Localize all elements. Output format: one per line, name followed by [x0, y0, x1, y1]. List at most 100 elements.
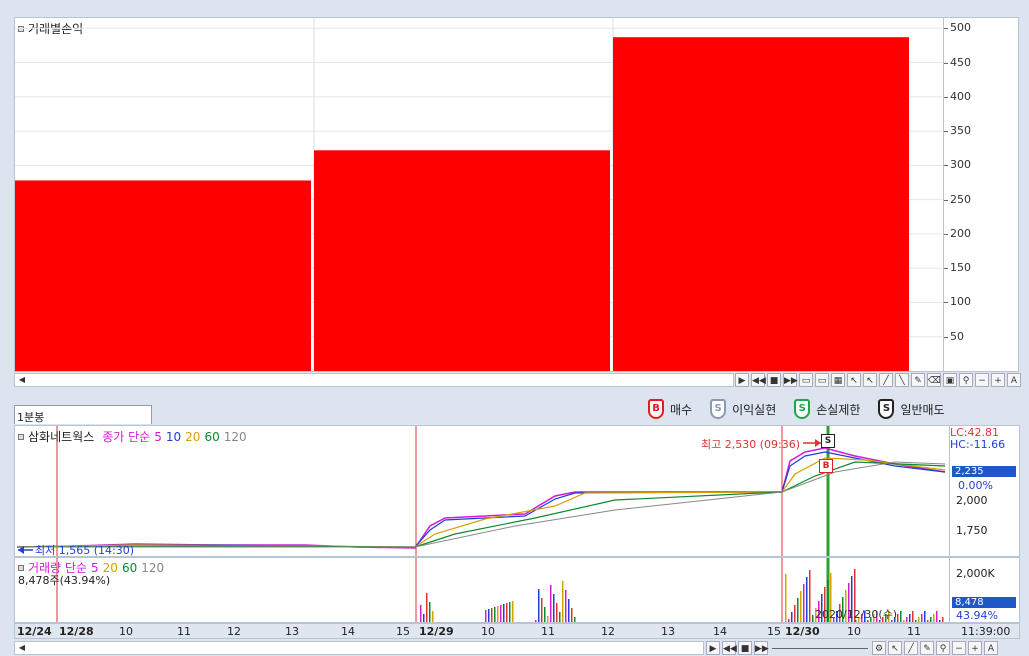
scroll-left-icon[interactable]: ◀ — [15, 374, 29, 386]
y-tick-label: 400 — [950, 89, 971, 103]
low-label: 최저 1,565 (14:30) — [35, 544, 135, 557]
rewind-icon[interactable]: ◀◀ — [722, 641, 737, 655]
legend-profit: S 이익실현 — [710, 399, 776, 419]
x-tick-label: 10 — [847, 625, 861, 638]
zoom-icon[interactable]: ⚲ — [959, 373, 973, 387]
square-icon — [18, 433, 24, 440]
volume-bar — [806, 577, 808, 622]
y-tick-mark — [944, 28, 948, 30]
next-icon[interactable]: ▶ — [735, 373, 749, 387]
trade-legend: B 매수 S 이익실현 S 손실제한 S 일반매도 — [648, 394, 1020, 424]
bottom-scrollbar[interactable]: ◀ — [14, 641, 704, 655]
minus-icon[interactable]: − — [975, 373, 989, 387]
x-tick-label: 14 — [713, 625, 727, 638]
y-tick-label: 100 — [950, 295, 971, 309]
profit-badge-icon: S — [710, 399, 727, 419]
scroll-left-icon[interactable]: ◀ — [15, 642, 29, 654]
volume-bar — [426, 593, 428, 622]
cursor-icon[interactable]: ↖ — [847, 373, 861, 387]
minus-icon[interactable]: − — [952, 641, 966, 655]
zoom-icon[interactable]: ⚲ — [936, 641, 950, 655]
y-tick-mark — [944, 268, 948, 270]
volume-bar — [541, 598, 543, 622]
x-tick-label: 13 — [661, 625, 675, 638]
fast-forward-icon[interactable]: ▶▶ — [783, 373, 798, 387]
y-tick-label: 450 — [950, 55, 971, 69]
x-tick-label: 11 — [177, 625, 191, 638]
y-tick-label: 350 — [950, 124, 971, 138]
volume-bar — [550, 585, 552, 622]
price-chart-panel: 삼화네트웍스 종가 단순 5 10 20 60 120 최고 2,530 (09… — [14, 425, 950, 557]
plus-icon[interactable]: + — [991, 373, 1005, 387]
trend-icon[interactable]: ╱ — [879, 373, 893, 387]
y-tick-label: 300 — [950, 158, 971, 172]
y-tick-label: 200 — [950, 226, 971, 240]
y-tick-mark — [944, 336, 948, 338]
window-icon[interactable]: ▭ — [799, 373, 813, 387]
volume-bar — [559, 612, 561, 622]
x-tick-label: 14 — [341, 625, 355, 638]
x-tick-label: 15 — [767, 625, 781, 638]
volume-y-axis: 2,000K 8,478 43.94% — [950, 557, 1020, 623]
tab-1-minute[interactable]: 1분봉 — [14, 405, 152, 424]
top-scrollbar[interactable]: ◀ — [14, 373, 734, 387]
settings-icon[interactable]: ⚙ — [872, 641, 886, 655]
high-label: 최고 2,530 (09:36) — [701, 438, 801, 451]
volume-value: 8,478주(43.94%) — [18, 574, 111, 587]
y-tick-label: 500 — [950, 21, 971, 35]
x-tick-label: 12/29 — [419, 625, 454, 638]
y-tick-mark — [944, 302, 948, 304]
zoom-slider[interactable] — [772, 647, 868, 649]
x-tick-label: 11 — [907, 625, 921, 638]
trend2-icon[interactable]: ╲ — [895, 373, 909, 387]
plus-icon[interactable]: + — [968, 641, 982, 655]
x-tick-label: 10 — [481, 625, 495, 638]
volume-bar — [500, 605, 502, 622]
draw-icon[interactable]: ✎ — [911, 373, 925, 387]
volume-bar — [485, 610, 487, 622]
volume-pct: 43.94% — [956, 609, 998, 622]
volume-tick-2000k: 2,000K — [956, 567, 995, 580]
grid-icon[interactable]: ▦ — [831, 373, 845, 387]
current-time: 11:39:00 — [961, 625, 1011, 638]
volume-bar — [503, 604, 505, 622]
x-tick-label: 11 — [541, 625, 555, 638]
price-pct: 0.00% — [958, 479, 993, 492]
current-price-badge: 2,235 — [952, 466, 1016, 477]
font-icon[interactable]: A — [984, 641, 998, 655]
eraser-icon[interactable]: ⌫ — [927, 373, 941, 387]
profit-bar-3 — [613, 37, 909, 371]
y-tick-mark — [944, 62, 948, 64]
volume-bar — [429, 602, 431, 622]
time-x-axis: 12/24 12/28 10 11 12 13 14 15 12/29 10 11 12 13 14 15 1… — [14, 623, 1020, 639]
cursor-icon[interactable]: ↖ — [888, 641, 902, 655]
volume-bar — [565, 590, 567, 622]
price-tick-1750: 1,750 — [956, 524, 988, 537]
x-tick-label: 12 — [227, 625, 241, 638]
stop-icon[interactable]: ■ — [767, 373, 781, 387]
volume-bar — [571, 608, 573, 622]
sell-marker-icon: S — [821, 434, 835, 448]
volume-bar — [800, 591, 802, 622]
trend-icon[interactable]: ╱ — [904, 641, 918, 655]
volume-bar — [432, 611, 434, 622]
draw-icon[interactable]: ✎ — [920, 641, 934, 655]
save-icon[interactable]: ▣ — [943, 373, 957, 387]
profit-y-axis: 500 450 400 350 300 250 200 150 100 50 — [944, 17, 1019, 372]
volume-bar — [488, 609, 490, 622]
rewind-icon[interactable]: ◀◀ — [751, 373, 766, 387]
volume-bar — [553, 594, 555, 622]
price-tick-2000: 2,000 — [956, 494, 988, 507]
next-icon[interactable]: ▶ — [706, 641, 720, 655]
volume-bar — [574, 617, 576, 622]
font-icon[interactable]: A — [1007, 373, 1021, 387]
volume-chart-panel: 거래량 단순 5 20 60 120 8,478주(43.94%) 2020/1… — [14, 557, 950, 635]
stop-icon[interactable]: ■ — [738, 641, 752, 655]
volume-bar — [809, 570, 811, 622]
volume-bar — [494, 607, 496, 622]
cursor2-icon[interactable]: ↖ — [863, 373, 877, 387]
volume-bar — [803, 584, 805, 622]
fast-forward-icon[interactable]: ▶▶ — [754, 641, 769, 655]
window2-icon[interactable]: ▭ — [815, 373, 829, 387]
y-tick-mark — [944, 165, 948, 167]
